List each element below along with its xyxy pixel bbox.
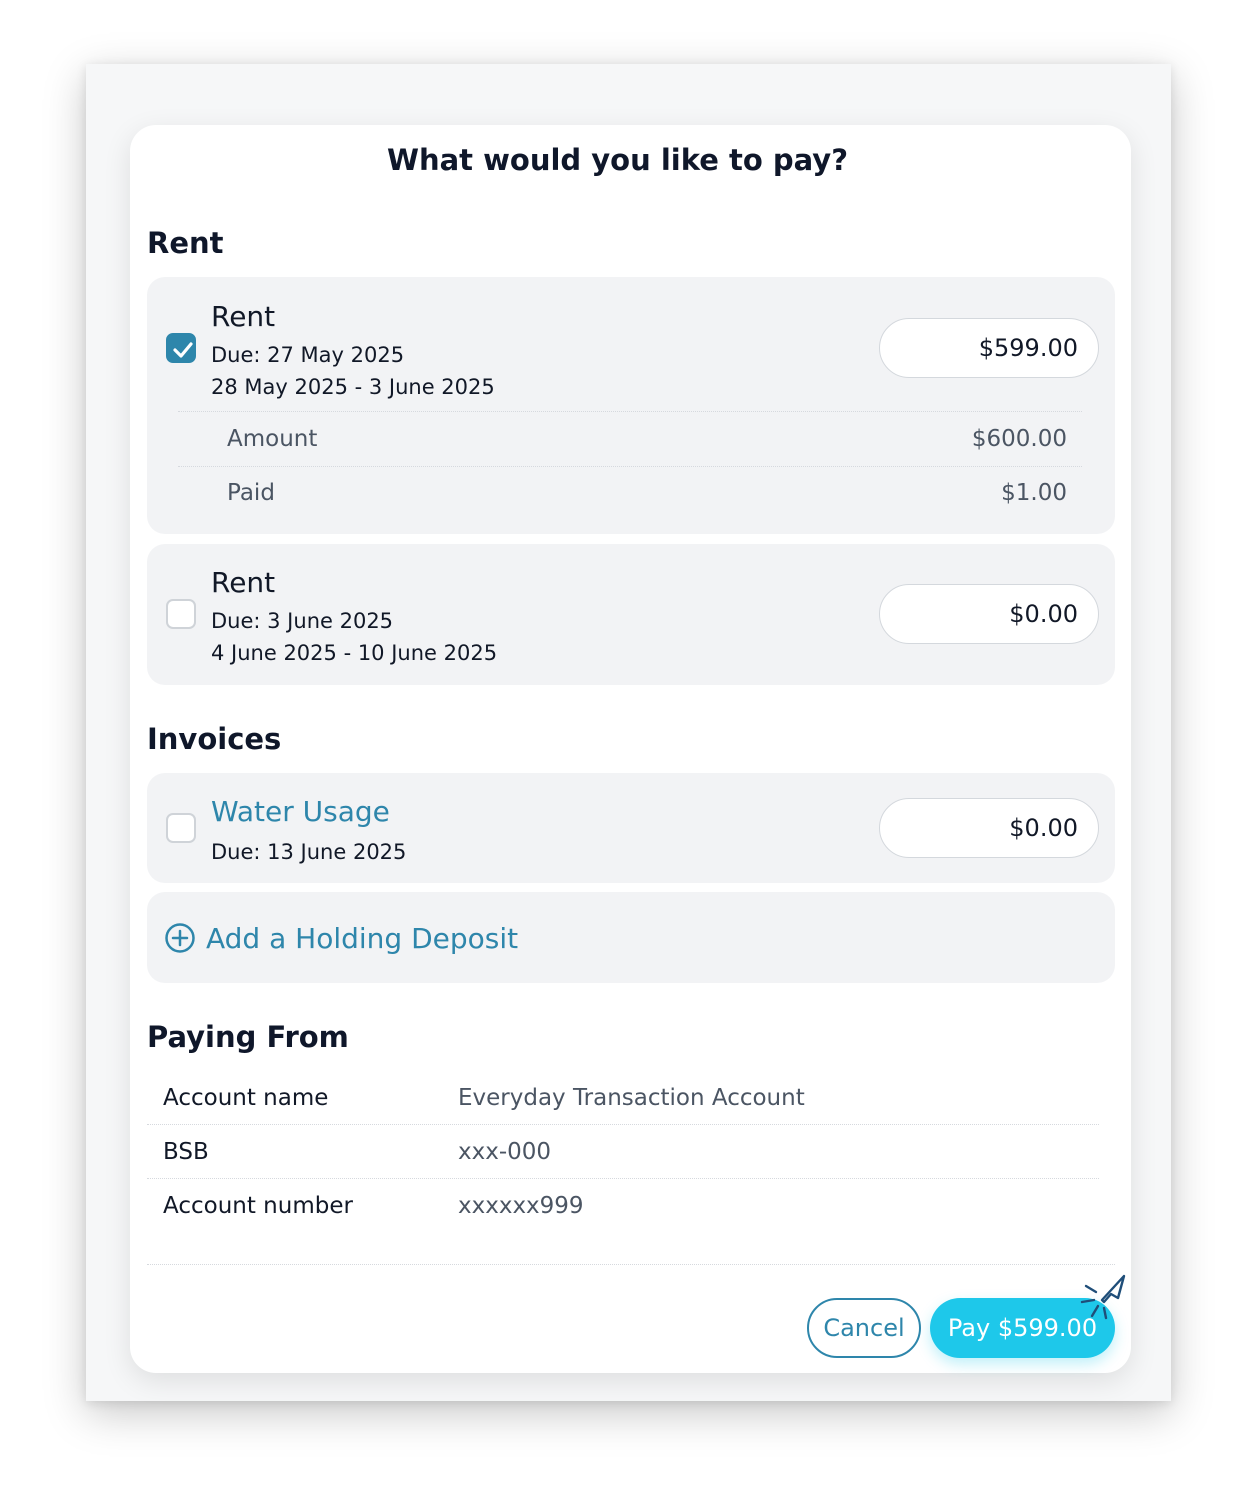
- rent-item-2-amount-input[interactable]: [879, 584, 1099, 644]
- rent-item-2-due: Due: 3 June 2025: [211, 609, 394, 633]
- info-divider: [147, 1178, 1099, 1179]
- click-cursor-icon: [1080, 1274, 1126, 1320]
- plus-circle-icon: [165, 923, 195, 953]
- rent-item-2-period: 4 June 2025 - 10 June 2025: [211, 641, 498, 665]
- invoice-item-1-due: Due: 13 June 2025: [211, 840, 407, 864]
- add-holding-deposit-label: Add a Holding Deposit: [206, 921, 519, 955]
- invoice-item-1-amount-input[interactable]: [879, 798, 1099, 858]
- breakdown-amount-value: $600.00: [971, 426, 1067, 452]
- rent-item-1-title: Rent: [211, 300, 276, 333]
- rent-item-1-amount-input[interactable]: [879, 318, 1099, 378]
- invoices-section-heading: Invoices: [147, 722, 282, 756]
- breakdown-paid-value: $1.00: [1001, 480, 1067, 506]
- account-name-label: Account name: [163, 1085, 329, 1111]
- rent-item-1-period: 28 May 2025 - 3 June 2025: [211, 375, 495, 399]
- bsb-value: xxx-000: [458, 1139, 552, 1165]
- breakdown-paid-label: Paid: [227, 480, 275, 506]
- paying-from-heading: Paying From: [147, 1020, 349, 1054]
- footer-divider: [147, 1264, 1115, 1265]
- add-holding-deposit-button[interactable]: Add a Holding Deposit: [164, 918, 518, 958]
- account-number-label: Account number: [163, 1193, 353, 1219]
- check-icon: [173, 342, 193, 358]
- rent-item-2-checkbox[interactable]: [166, 599, 196, 629]
- rent-item-2-title: Rent: [211, 566, 276, 599]
- account-name-value: Everyday Transaction Account: [458, 1085, 805, 1111]
- breakdown-amount-label: Amount: [227, 426, 318, 452]
- invoice-item-1-title-link[interactable]: Water Usage: [211, 798, 390, 826]
- invoice-item-1-checkbox[interactable]: [166, 813, 196, 843]
- rent-item-1-checkbox[interactable]: [166, 333, 196, 363]
- modal-title: What would you like to pay?: [386, 143, 849, 177]
- rent-item-1-due: Due: 27 May 2025: [211, 343, 405, 367]
- breakdown-divider: [178, 466, 1082, 467]
- account-number-value: xxxxxx999: [458, 1193, 584, 1219]
- cancel-button[interactable]: Cancel: [807, 1298, 921, 1358]
- rent-section-heading: Rent: [147, 226, 224, 260]
- info-divider: [147, 1124, 1099, 1125]
- bsb-label: BSB: [163, 1139, 209, 1165]
- breakdown-divider: [178, 411, 1082, 412]
